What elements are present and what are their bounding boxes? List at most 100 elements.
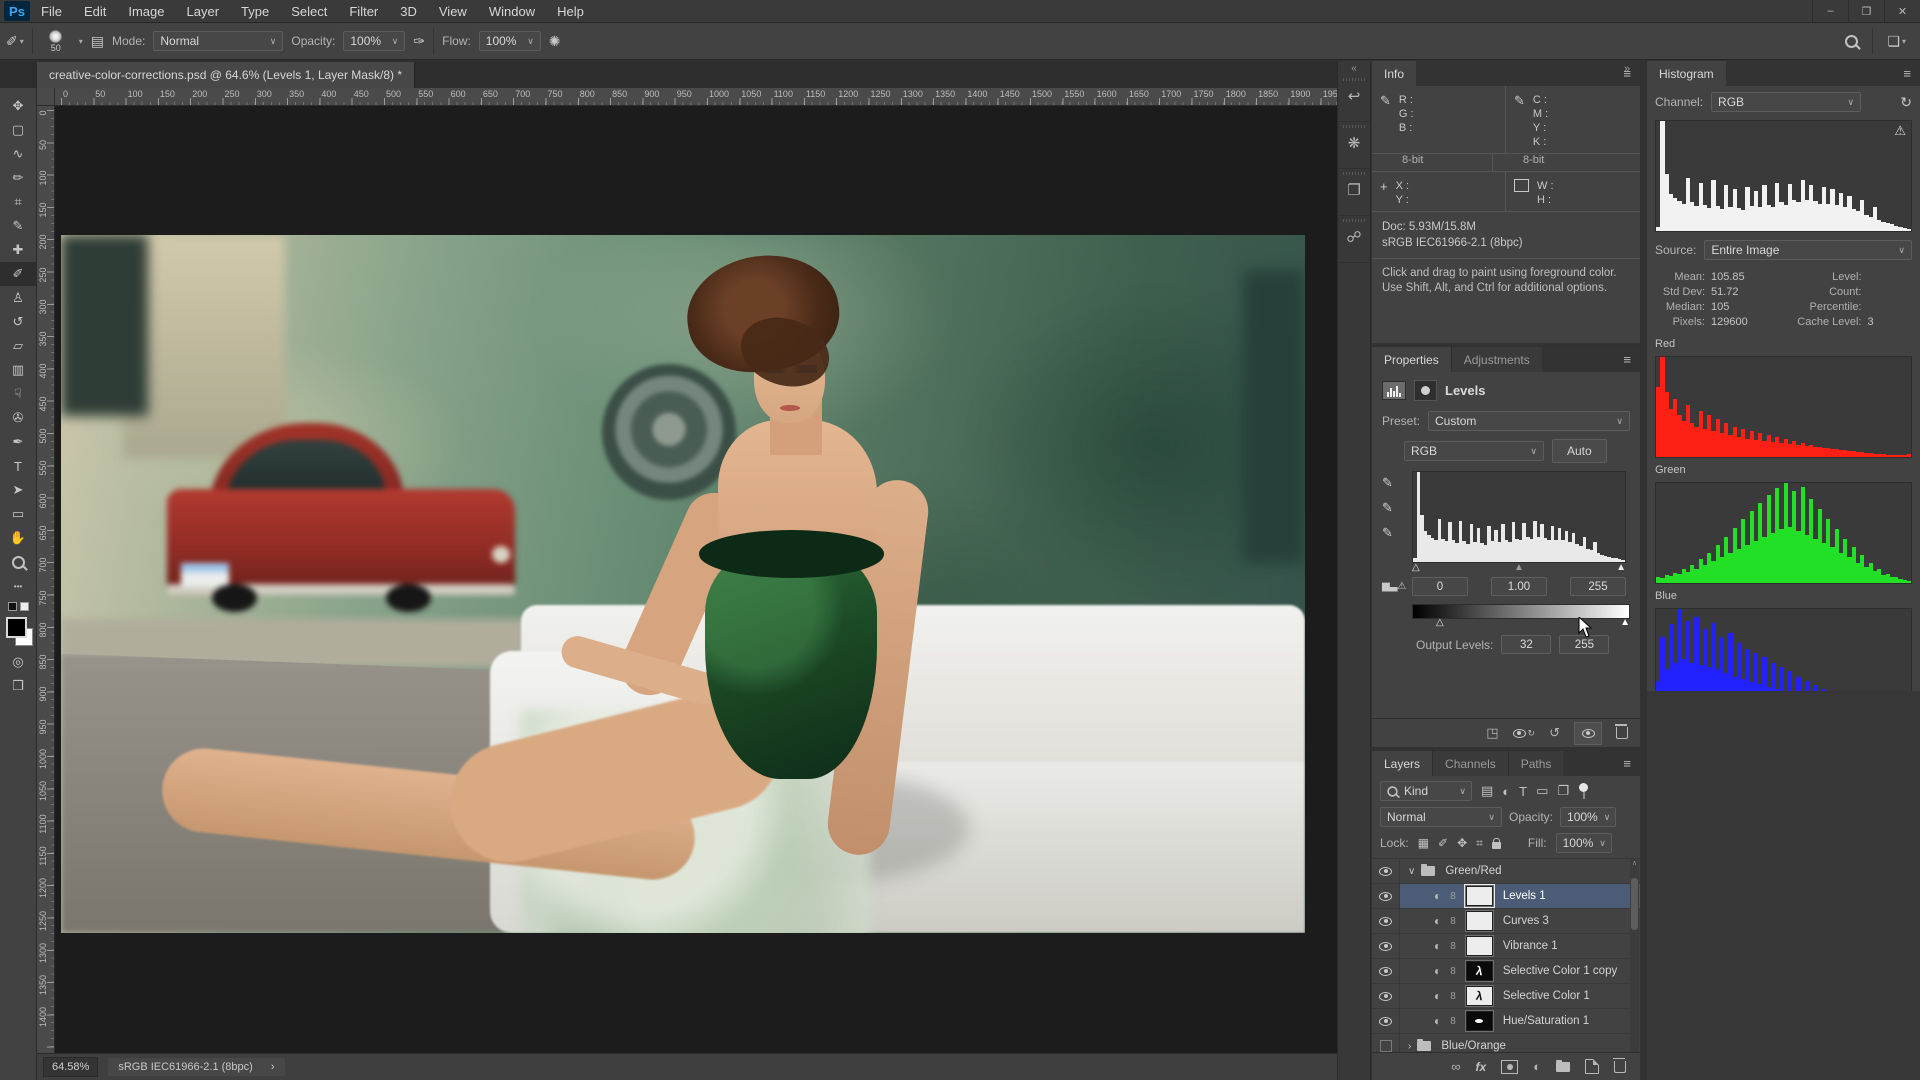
- menu-window[interactable]: Window: [478, 0, 546, 22]
- eye-icon[interactable]: [1379, 1017, 1392, 1026]
- layer-row-green-red[interactable]: ∨Green/Red: [1372, 859, 1640, 884]
- pressure-opacity-icon[interactable]: ✑: [413, 33, 425, 50]
- input-white-slider[interactable]: ▲: [1616, 563, 1626, 573]
- zoom-tool[interactable]: [0, 550, 36, 574]
- restore-button[interactable]: ❐: [1848, 0, 1884, 22]
- layer-visibility-cell[interactable]: [1372, 934, 1400, 958]
- menu-select[interactable]: Select: [280, 0, 338, 22]
- input-black-slider[interactable]: △: [1412, 563, 1420, 573]
- status-chevron-icon[interactable]: ›: [271, 1061, 275, 1073]
- filter-type-layers-icon[interactable]: T: [1519, 784, 1527, 799]
- lock-transparency-icon[interactable]: ▦: [1418, 836, 1429, 850]
- swap-colors-icon[interactable]: [0, 598, 36, 614]
- layer-row-body[interactable]: ◐8λSelective Color 1 copy: [1400, 959, 1640, 983]
- hand-tool[interactable]: ✋: [0, 526, 36, 550]
- filter-pixel-layers-icon[interactable]: ▤: [1481, 783, 1493, 799]
- layer-visibility-cell[interactable]: [1372, 884, 1400, 908]
- layer-row-body[interactable]: ∨Green/Red: [1400, 859, 1640, 883]
- chevron-down-icon[interactable]: ∨: [1408, 866, 1415, 877]
- layer-name[interactable]: Selective Color 1: [1503, 990, 1590, 1002]
- search-icon[interactable]: [1845, 35, 1858, 48]
- layers-scrollbar[interactable]: ∧ ∨: [1630, 859, 1639, 1059]
- auto-button[interactable]: Auto: [1552, 439, 1607, 463]
- menu-edit[interactable]: Edit: [73, 0, 117, 22]
- quick-selection-tool[interactable]: ✏: [0, 166, 36, 190]
- layer-name[interactable]: Selective Color 1 copy: [1503, 965, 1617, 977]
- layer-opacity-select[interactable]: 100%∨: [1560, 807, 1616, 827]
- reset-adjustment-icon[interactable]: ↺: [1549, 725, 1560, 741]
- layer-mask-thumbnail[interactable]: [1466, 936, 1493, 956]
- scroll-up-icon[interactable]: ∧: [1632, 859, 1637, 868]
- tab-adjustments[interactable]: Adjustments: [1451, 347, 1542, 372]
- canvas-viewport[interactable]: [55, 106, 1337, 1053]
- eyedropper-icon[interactable]: ✎: [1514, 93, 1525, 149]
- lasso-tool[interactable]: ∿: [0, 142, 36, 166]
- filter-smart-objects-icon[interactable]: ❐: [1557, 783, 1569, 799]
- toggle-brush-panel-icon[interactable]: ▤: [91, 33, 104, 50]
- add-layer-mask-icon[interactable]: [1501, 1060, 1518, 1074]
- chevron-down-icon[interactable]: ▾: [79, 37, 83, 46]
- black-point-eyedropper-icon[interactable]: ✎: [1382, 475, 1412, 491]
- new-adjustment-layer-icon[interactable]: ◐: [1533, 1059, 1541, 1074]
- layer-name[interactable]: Vibrance 1: [1503, 940, 1558, 952]
- layer-row-body[interactable]: ◐8Levels 1: [1400, 884, 1640, 908]
- menu-help[interactable]: Help: [546, 0, 595, 22]
- spot-healing-brush-tool[interactable]: ✚: [0, 238, 36, 262]
- path-selection-tool[interactable]: ➤: [0, 478, 36, 502]
- rectangular-marquee-tool[interactable]: ▢: [0, 118, 36, 142]
- layer-name[interactable]: Blue/Orange: [1441, 1040, 1506, 1052]
- document-canvas[interactable]: [61, 235, 1305, 933]
- collapse-panels-icon[interactable]: »: [1624, 63, 1630, 75]
- foreground-color-swatch[interactable]: [6, 617, 27, 638]
- menu-layer[interactable]: Layer: [176, 0, 231, 22]
- menu-type[interactable]: Type: [230, 0, 280, 22]
- eye-icon[interactable]: [1379, 942, 1392, 951]
- layer-row-body[interactable]: ◐8λSelective Color 1: [1400, 984, 1640, 1008]
- delete-layer-icon[interactable]: [1614, 1061, 1626, 1073]
- clip-to-layer-icon[interactable]: ◳: [1486, 725, 1498, 741]
- panel-menu-icon[interactable]: ≡: [1623, 756, 1632, 771]
- tab-paths[interactable]: Paths: [1508, 751, 1564, 776]
- layer-fill-select[interactable]: 100%∨: [1556, 833, 1612, 853]
- tab-channels[interactable]: Channels: [1432, 751, 1508, 776]
- new-group-icon[interactable]: [1556, 1062, 1570, 1072]
- lock-move-icon[interactable]: ✥: [1457, 836, 1467, 850]
- bit-depth-left[interactable]: 8-bit: [1372, 154, 1493, 171]
- document-tab[interactable]: creative-color-corrections.psd @ 64.6% (…: [37, 62, 415, 88]
- minimize-button[interactable]: –: [1812, 0, 1848, 22]
- refresh-histogram-icon[interactable]: ↻: [1900, 94, 1912, 111]
- layer-blend-mode-select[interactable]: Normal∨: [1380, 807, 1502, 827]
- close-button[interactable]: ✕: [1884, 0, 1920, 22]
- bit-depth-right[interactable]: 8-bit: [1493, 154, 1640, 171]
- layer-row-body[interactable]: ◐8Hue/Saturation 1: [1400, 1009, 1640, 1033]
- tab-layers[interactable]: Layers: [1372, 751, 1432, 776]
- panel-menu-icon[interactable]: ≡: [1903, 66, 1912, 81]
- gray-point-eyedropper-icon[interactable]: ✎: [1382, 500, 1412, 516]
- brush-tool-icon[interactable]: ✐▾: [6, 33, 24, 50]
- filter-kind-select[interactable]: Kind∨: [1380, 781, 1472, 801]
- lock-all-icon[interactable]: [1492, 842, 1501, 849]
- layer-name[interactable]: Curves 3: [1503, 915, 1549, 927]
- flow-select[interactable]: 100%∨: [479, 31, 541, 51]
- rectangle-tool[interactable]: ▭: [0, 502, 36, 526]
- layer-visibility-cell[interactable]: [1372, 1009, 1400, 1033]
- layer-mask-thumbnail[interactable]: λ: [1466, 961, 1493, 981]
- layer-row-body[interactable]: ◐8Curves 3: [1400, 909, 1640, 933]
- cached-data-warning-icon[interactable]: ⚠: [1894, 123, 1906, 139]
- input-gamma-field[interactable]: 1.00: [1491, 577, 1547, 596]
- eye-icon[interactable]: [1379, 967, 1392, 976]
- layer-mask-thumbnail[interactable]: [1466, 1011, 1493, 1031]
- white-point-eyedropper-icon[interactable]: ✎: [1382, 525, 1412, 541]
- tab-histogram[interactable]: Histogram: [1647, 61, 1726, 86]
- history-panel-icon-cell[interactable]: ↩: [1338, 75, 1370, 122]
- eyedropper-icon[interactable]: ✎: [1380, 93, 1391, 149]
- layer-row-levels-1[interactable]: ◐8Levels 1: [1372, 884, 1640, 909]
- layer-visibility-cell[interactable]: [1372, 909, 1400, 933]
- menu-filter[interactable]: Filter: [338, 0, 389, 22]
- input-white-field[interactable]: 255: [1570, 577, 1626, 596]
- layer-mask-thumbnail[interactable]: [1466, 886, 1493, 906]
- layer-filtering-toggle[interactable]: [1578, 783, 1589, 799]
- output-black-field[interactable]: 32: [1501, 635, 1551, 654]
- toggle-visibility-icon[interactable]: [1574, 722, 1602, 745]
- layer-name[interactable]: Levels 1: [1503, 890, 1546, 902]
